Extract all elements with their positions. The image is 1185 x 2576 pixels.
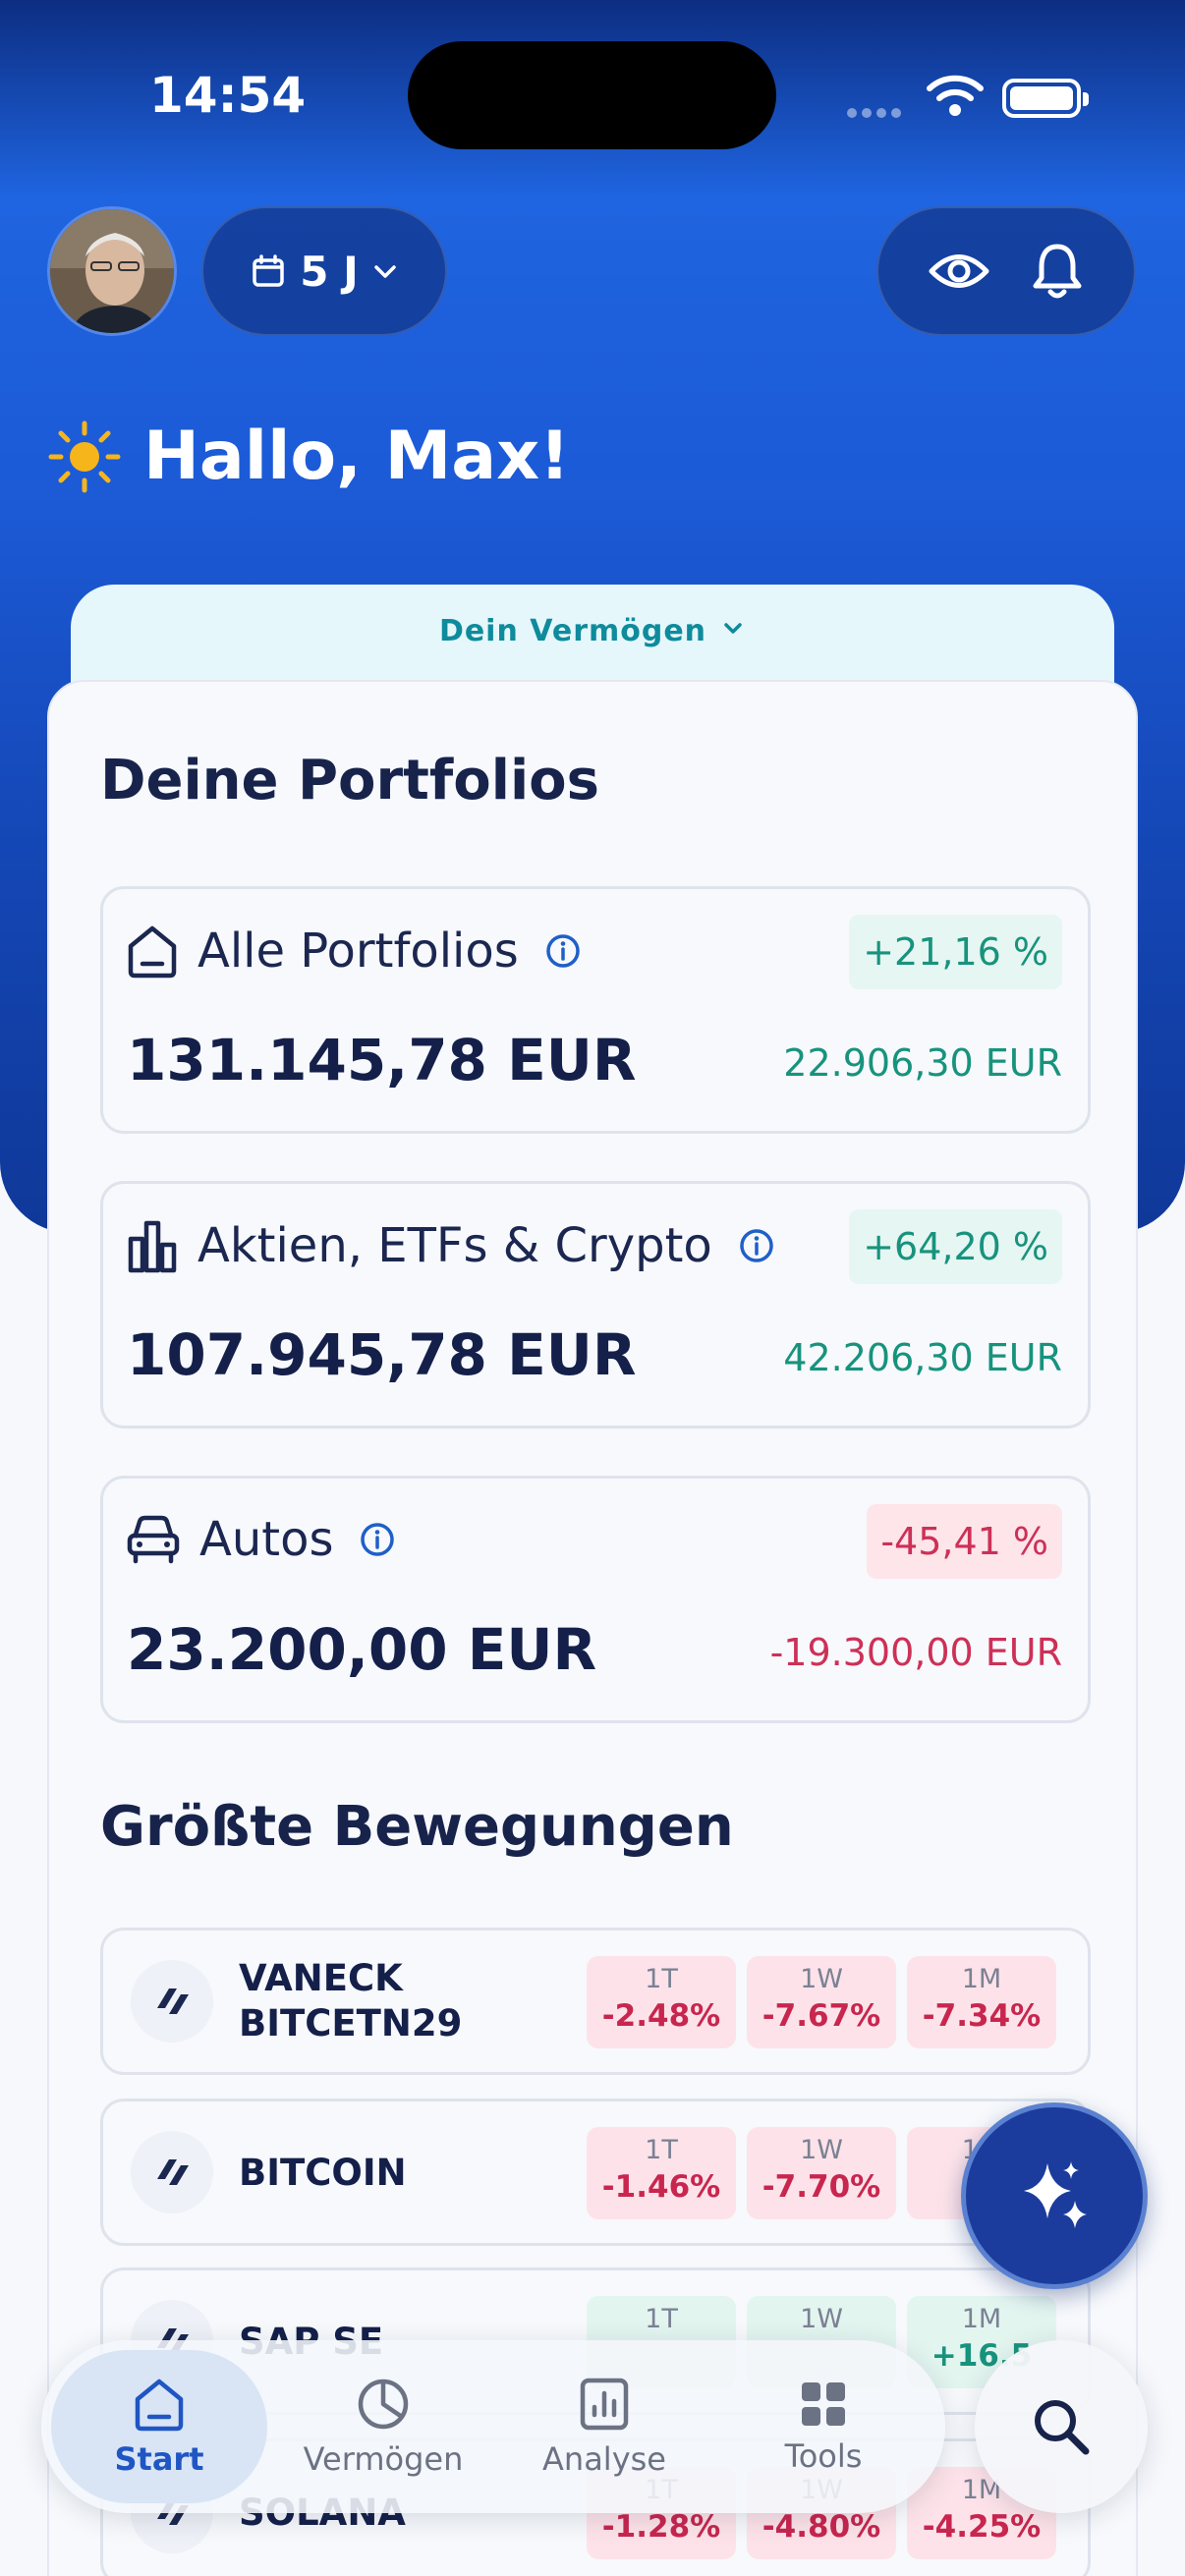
bar-chart-icon xyxy=(128,1220,177,1273)
portfolio-name: Alle Portfolios xyxy=(198,924,519,979)
portfolio-card-alle[interactable]: Alle Portfolios +21,16 % 131.145,78 EUR … xyxy=(100,886,1091,1134)
cellular-signal-icon xyxy=(847,103,906,118)
nav-label: Start xyxy=(114,2440,204,2478)
portfolio-value: 131.145,78 EUR xyxy=(127,1027,637,1093)
eye-icon[interactable] xyxy=(928,249,990,294)
portfolio-name: Autos xyxy=(199,1512,334,1567)
greeting-text: Hallo, Max! xyxy=(143,418,571,495)
bottom-navigation: Start Vermögen Analyse Tools xyxy=(41,2340,945,2513)
asset-logo-icon xyxy=(131,1960,213,2043)
calendar-icon xyxy=(253,254,284,287)
chip-value: -7.67% xyxy=(762,1998,881,2034)
search-button[interactable] xyxy=(975,2340,1148,2513)
portfolio-card-aktien[interactable]: Aktien, ETFs & Crypto +64,20 % 107.945,7… xyxy=(100,1181,1091,1428)
chip-value: -1.46% xyxy=(601,2169,721,2205)
battery-icon xyxy=(1002,79,1089,118)
portfolio-delta: 42.206,30 EUR xyxy=(783,1336,1062,1379)
period-selector-button[interactable]: 5 J xyxy=(201,206,447,336)
grid-icon xyxy=(802,2382,845,2426)
percent-badge: -45,41 % xyxy=(867,1504,1062,1579)
asset-name: BITCOIN xyxy=(239,2152,407,2194)
ai-assistant-button[interactable] xyxy=(961,2102,1148,2289)
portfolio-card-autos[interactable]: Autos -45,41 % 23.200,00 EUR -19.300,00 … xyxy=(100,1476,1091,1723)
info-icon[interactable] xyxy=(359,1521,396,1558)
chip-label: 1W xyxy=(800,2304,843,2334)
chip-label: 1W xyxy=(800,2135,843,2165)
status-time: 14:54 xyxy=(149,67,307,124)
avatar[interactable] xyxy=(47,206,177,336)
period-label: 5 J xyxy=(300,247,359,296)
sun-icon xyxy=(48,420,121,492)
asset-name: VANECK xyxy=(239,1957,403,1999)
chip-label: 1T xyxy=(645,2135,678,2165)
change-chip-1w: 1W -7.67% xyxy=(747,1956,896,2048)
portfolio-value: 23.200,00 EUR xyxy=(127,1616,597,1683)
avatar-portrait xyxy=(50,209,174,333)
dynamic-island xyxy=(408,41,776,149)
sparkles-icon xyxy=(1024,2161,1087,2228)
car-icon xyxy=(127,1515,180,1564)
analytics-icon xyxy=(580,2378,629,2431)
portfolio-delta: 22.906,30 EUR xyxy=(783,1041,1062,1085)
nav-label: Analyse xyxy=(542,2440,666,2478)
chip-label: 1M xyxy=(961,2304,1002,2334)
change-chip-1w: 1W -7.70% xyxy=(747,2127,896,2219)
chip-value: -2.48% xyxy=(601,1998,721,2034)
chip-value: -4.80% xyxy=(762,2509,881,2545)
portfolio-name: Aktien, ETFs & Crypto xyxy=(198,1218,712,1273)
chip-value: -4.25% xyxy=(922,2509,1042,2545)
nav-label: Vermögen xyxy=(303,2440,464,2478)
movement-row-bitcoin[interactable]: BITCOIN 1T -1.46% 1W -7.70% 1M -9 xyxy=(100,2099,1091,2246)
portfolio-value: 107.945,78 EUR xyxy=(127,1321,637,1388)
pie-chart-icon xyxy=(358,2379,409,2430)
asset-name-line2: BITCETN29 xyxy=(239,2002,463,2044)
chip-value: -7.34% xyxy=(922,1998,1042,2034)
chip-value: -1.28% xyxy=(601,2509,721,2545)
portfolios-section-title: Deine Portfolios xyxy=(100,749,599,812)
wifi-icon xyxy=(927,75,984,116)
chip-label: 1T xyxy=(645,1964,678,1994)
change-chip-1t: 1T -1.46% xyxy=(587,2127,736,2219)
nav-item-vermoegen[interactable]: Vermögen xyxy=(275,2350,491,2503)
chip-label: 1M xyxy=(961,1964,1002,1994)
header-actions xyxy=(876,206,1136,336)
portfolio-delta: -19.300,00 EUR xyxy=(769,1631,1062,1674)
bell-icon[interactable] xyxy=(1030,241,1085,302)
nav-label: Tools xyxy=(784,2437,863,2475)
movement-row-vaneck[interactable]: VANECK BITCETN29 1T -2.48% 1W -7.67% 1M … xyxy=(100,1928,1091,2075)
search-icon xyxy=(1035,2400,1090,2455)
nav-item-analyse[interactable]: Analyse xyxy=(496,2350,712,2503)
main-card: Deine Portfolios Alle Portfolios +21,16 … xyxy=(47,680,1138,2576)
home-icon xyxy=(135,2379,184,2432)
chevron-down-icon xyxy=(724,623,742,634)
asset-logo-icon xyxy=(131,2131,213,2213)
change-chip-1t: 1T -2.48% xyxy=(587,1956,736,2048)
percent-badge: +21,16 % xyxy=(849,915,1062,989)
percent-badge: +64,20 % xyxy=(849,1209,1062,1284)
chip-label: 1W xyxy=(800,1964,843,1994)
chevron-down-icon xyxy=(373,265,396,278)
greeting: Hallo, Max! xyxy=(47,418,570,495)
chip-value: -7.70% xyxy=(762,2169,881,2205)
info-icon[interactable] xyxy=(544,932,582,970)
movements-section-title: Größte Bewegungen xyxy=(100,1795,734,1859)
change-chip-1m: 1M -7.34% xyxy=(907,1956,1056,2048)
home-icon xyxy=(128,925,177,979)
status-icons xyxy=(847,71,1089,120)
nav-item-start[interactable]: Start xyxy=(51,2350,267,2503)
nav-item-tools[interactable]: Tools xyxy=(715,2350,931,2503)
chip-label: 1T xyxy=(645,2304,678,2334)
info-icon[interactable] xyxy=(738,1227,775,1264)
